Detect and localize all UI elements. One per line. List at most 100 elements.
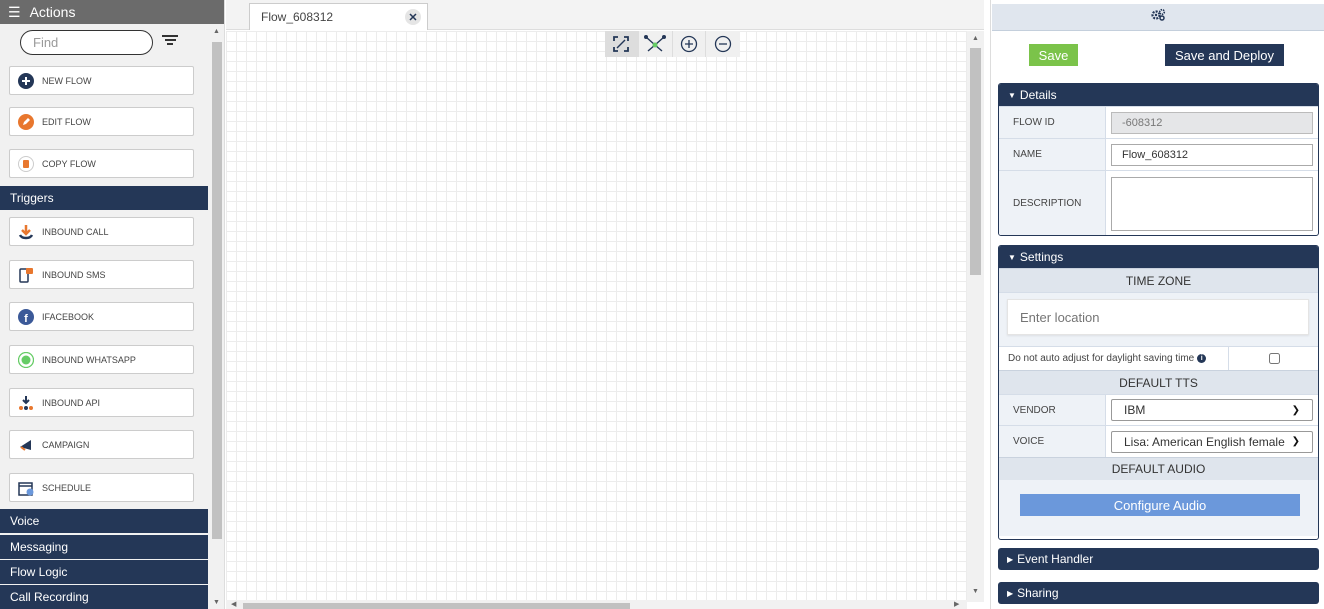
location-input[interactable] [1007, 299, 1309, 335]
flow-grid-canvas[interactable] [226, 31, 969, 602]
scroll-down-icon[interactable]: ▼ [213, 599, 220, 606]
save-button[interactable]: Save [1029, 44, 1078, 66]
tab-flow[interactable]: Flow_608312 ✕ [249, 3, 428, 30]
name-field[interactable] [1111, 143, 1313, 166]
category-voice[interactable]: Voice [0, 509, 208, 533]
triggers-title: Triggers [10, 191, 54, 205]
caret-down-icon: ▼ [1008, 90, 1016, 100]
category-label: Voice [10, 514, 40, 528]
canvas-horizontal-scrollbar[interactable]: ◀ ▶ [226, 600, 967, 609]
voice-select[interactable]: Lisa: American English female ❯ [1111, 430, 1313, 453]
properties-panel: Save Save and Deploy ▼ Details FLOW ID N… [990, 0, 1324, 609]
voice-value: Lisa: American English female [1124, 434, 1285, 449]
search-input[interactable] [20, 30, 153, 55]
dst-row: Do not auto adjust for daylight saving t… [999, 346, 1318, 370]
info-icon[interactable]: i [1197, 354, 1207, 363]
scroll-left-icon[interactable]: ◀ [231, 600, 236, 608]
tab-bar: Flow_608312 ✕ [226, 0, 984, 30]
category-call-recording[interactable]: Call Recording [0, 585, 208, 609]
description-field[interactable] [1111, 176, 1313, 231]
scroll-up-icon[interactable]: ▲ [972, 35, 979, 42]
auto-layout-icon[interactable] [639, 31, 673, 57]
settings-panel: ▼ Settings TIME ZONE Do not auto adjust … [998, 245, 1319, 540]
close-icon[interactable]: ✕ [405, 9, 421, 25]
inbound-api-button[interactable]: INBOUND API [9, 388, 194, 417]
category-label: Messaging [10, 540, 69, 554]
triggers-category[interactable]: Triggers [0, 186, 208, 210]
dst-label: Do not auto adjust for daylight saving t… [1008, 353, 1195, 364]
dst-checkbox[interactable] [1269, 353, 1280, 364]
actions-sidebar: ☰ Actions NEW FLOW EDIT FLOW [0, 0, 225, 609]
facebook-label: IFACEBOOK [42, 311, 95, 322]
edit-flow-button[interactable]: EDIT FLOW [9, 107, 194, 136]
voice-row: VOICE Lisa: American English female ❯ [999, 425, 1318, 457]
megaphone-icon [18, 437, 34, 453]
caret-right-icon: ▶ [1007, 554, 1014, 564]
api-icon [18, 395, 34, 411]
save-and-deploy-button[interactable]: Save and Deploy [1165, 44, 1284, 66]
flow-id-label: FLOW ID [999, 107, 1106, 138]
event-handler-header[interactable]: ▶ Event Handler [998, 548, 1319, 570]
new-flow-button[interactable]: NEW FLOW [9, 66, 194, 95]
edit-flow-label: EDIT FLOW [42, 116, 91, 127]
scroll-up-icon[interactable]: ▲ [213, 28, 220, 35]
tts-subheader: DEFAULT TTS [999, 370, 1318, 394]
copy-flow-button[interactable]: COPY FLOW [9, 149, 194, 178]
audio-subheader: DEFAULT AUDIO [999, 457, 1318, 480]
category-flow-logic[interactable]: Flow Logic [0, 560, 208, 584]
timezone-subheader: TIME ZONE [999, 268, 1318, 292]
details-title: Details [1019, 88, 1057, 102]
location-wrap [999, 292, 1318, 346]
category-messaging[interactable]: Messaging [0, 535, 208, 559]
filter-icon[interactable] [162, 33, 178, 49]
whatsapp-icon [18, 351, 34, 368]
zoom-out-icon[interactable] [706, 31, 740, 57]
scroll-right-icon[interactable]: ▶ [954, 600, 959, 608]
sidebar-header[interactable]: ☰ Actions [0, 0, 224, 24]
schedule-button[interactable]: SCHEDULE [9, 473, 194, 502]
details-panel: ▼ Details FLOW ID NAME DESCRIPTION [998, 83, 1319, 236]
pencil-icon [18, 113, 34, 130]
vendor-value: IBM [1124, 403, 1146, 417]
settings-header[interactable]: ▼ Settings [999, 246, 1318, 268]
zoom-in-icon[interactable] [673, 31, 707, 57]
configure-audio-button[interactable]: Configure Audio [1020, 494, 1300, 516]
name-label: NAME [999, 139, 1106, 170]
sharing-title: Sharing [1017, 586, 1059, 600]
inbound-whatsapp-label: INBOUND WHATSAPP [42, 354, 136, 365]
plus-circle-icon [18, 72, 34, 89]
sms-icon [18, 267, 34, 283]
chevron-down-icon: ❯ [1291, 404, 1300, 416]
details-header[interactable]: ▼ Details [999, 84, 1318, 106]
hamburger-icon[interactable]: ☰ [8, 5, 21, 19]
inbound-sms-button[interactable]: INBOUND SMS [9, 260, 194, 289]
description-row: DESCRIPTION [999, 170, 1318, 235]
copy-icon [18, 155, 34, 172]
facebook-icon: f [18, 308, 34, 325]
sharing-header[interactable]: ▶ Sharing [998, 582, 1319, 604]
event-handler-title: Event Handler [1017, 552, 1094, 566]
canvas-vscroll-thumb[interactable] [970, 48, 981, 275]
vendor-select[interactable]: IBM ❯ [1111, 399, 1313, 421]
sidebar-scrollbar[interactable]: ▲ ▼ [210, 24, 224, 609]
panel-header [992, 4, 1324, 31]
inbound-api-label: INBOUND API [42, 397, 101, 408]
scroll-down-icon[interactable]: ▼ [972, 588, 979, 595]
campaign-button[interactable]: CAMPAIGN [9, 430, 194, 459]
flow-canvas-area: Flow_608312 ✕ ▲ ▼ ◀ ▶ [226, 0, 984, 609]
new-flow-label: NEW FLOW [42, 75, 92, 86]
category-label: Flow Logic [10, 565, 68, 579]
sidebar-scroll-thumb[interactable] [212, 42, 222, 539]
fit-screen-icon[interactable] [605, 31, 639, 57]
settings-gears-icon[interactable] [1150, 8, 1166, 27]
svg-text:f: f [24, 313, 28, 325]
flow-id-field [1111, 111, 1313, 134]
facebook-button[interactable]: f IFACEBOOK [9, 302, 194, 331]
canvas-vertical-scrollbar[interactable]: ▲ ▼ [967, 31, 984, 602]
canvas-hscroll-thumb[interactable] [243, 603, 630, 609]
inbound-whatsapp-button[interactable]: INBOUND WHATSAPP [9, 345, 194, 374]
inbound-call-button[interactable]: INBOUND CALL [9, 217, 194, 246]
calendar-icon [18, 480, 34, 496]
canvas-toolbar [605, 31, 740, 57]
copy-flow-label: COPY FLOW [42, 158, 96, 169]
